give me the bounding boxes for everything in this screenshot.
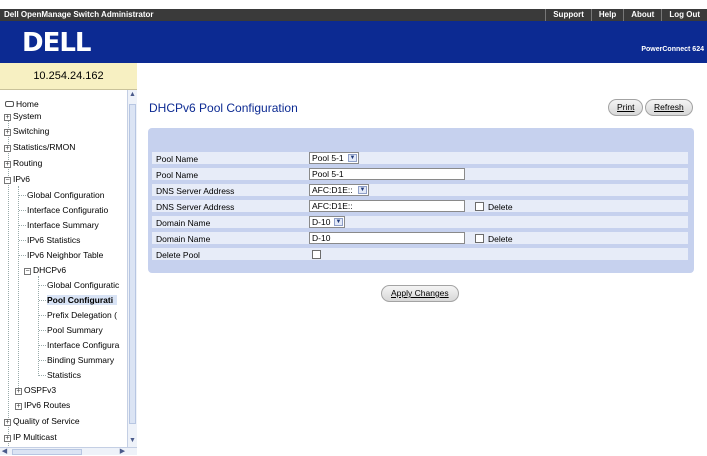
pool-name-select-label: Pool Name — [156, 154, 199, 164]
dns-server-input[interactable]: AFC:D1E:: — [309, 200, 465, 212]
expand-icon[interactable]: + — [4, 145, 11, 152]
domain-delete-checkbox[interactable] — [475, 234, 484, 243]
pool-name-input[interactable]: Pool 5-1 — [309, 168, 465, 180]
nav-system[interactable]: + System — [4, 111, 41, 121]
delete-pool-row: Delete Pool — [152, 248, 688, 261]
domain-name-input[interactable]: D-10 — [309, 232, 465, 244]
nav-ipv6-neighbor-table[interactable]: IPv6 Neighbor Table — [27, 250, 103, 260]
domain-delete-label: Delete — [488, 234, 513, 244]
dns-server-select-row: DNS Server Address AFC:D1E:: ▼ — [152, 184, 688, 197]
apply-changes-button[interactable]: Apply Changes — [381, 285, 459, 302]
domain-name-text-label: Domain Name — [156, 234, 211, 244]
switch-ip-address: 10.254.24.162 — [0, 63, 137, 90]
expand-icon[interactable]: + — [15, 403, 22, 410]
pool-name-select-row: Pool Name Pool 5-1 ▼ — [152, 152, 688, 165]
dns-server-select-label: DNS Server Address — [156, 186, 235, 196]
expand-icon[interactable]: + — [4, 129, 11, 136]
chevron-down-icon[interactable]: ▼ — [334, 218, 343, 226]
scroll-down-arrow-icon[interactable]: ▼ — [128, 436, 137, 446]
dns-delete-label: Delete — [488, 202, 513, 212]
nav-ipv6-interface-summary[interactable]: Interface Summary — [27, 220, 99, 230]
home-icon — [5, 101, 14, 107]
chevron-down-icon[interactable]: ▼ — [348, 154, 357, 162]
dns-server-text-row: DNS Server Address AFC:D1E:: Delete — [152, 200, 688, 213]
top-links: Support Help About Log Out — [545, 9, 707, 21]
nav-routing[interactable]: + Routing — [4, 158, 42, 168]
nav-dhcpv6-prefix-delegation[interactable]: Prefix Delegation ( — [47, 310, 117, 320]
product-name: PowerConnect 624 — [641, 46, 704, 53]
about-link[interactable]: About — [623, 9, 661, 21]
dns-server-text-label: DNS Server Address — [156, 202, 235, 212]
expand-icon[interactable]: + — [4, 419, 11, 426]
nav-dhcpv6-pool-summary[interactable]: Pool Summary — [47, 325, 103, 335]
nav-dhcpv6-binding-summary[interactable]: Binding Summary — [47, 355, 114, 365]
nav-ip-multicast[interactable]: + IP Multicast — [4, 432, 57, 442]
support-link[interactable]: Support — [545, 9, 591, 21]
nav-dhcpv6-interface-configuration[interactable]: Interface Configura — [47, 340, 119, 350]
domain-name-text-row: Domain Name D-10 Delete — [152, 232, 688, 245]
refresh-button[interactable]: Refresh — [645, 99, 693, 116]
expand-icon[interactable]: + — [4, 114, 11, 121]
scroll-thumb[interactable] — [129, 104, 136, 424]
help-link[interactable]: Help — [590, 9, 623, 21]
nav-dhcpv6-pool-configuration[interactable]: Pool Configurati — [47, 295, 118, 305]
pool-name-text-label: Pool Name — [156, 170, 199, 180]
nav-home[interactable]: Home — [5, 99, 39, 109]
nav-vertical-scrollbar[interactable]: ▲ ▼ — [127, 90, 137, 447]
hscroll-thumb[interactable] — [12, 449, 82, 455]
domain-name-select[interactable]: D-10 ▼ — [309, 216, 345, 228]
collapse-icon[interactable]: − — [24, 268, 31, 275]
nav-dhcpv6-global-configuration[interactable]: Global Configuratic — [47, 280, 119, 290]
pool-name-text-row: Pool Name Pool 5-1 — [152, 168, 688, 181]
scroll-up-arrow-icon[interactable]: ▲ — [128, 90, 137, 100]
collapse-icon[interactable]: − — [4, 177, 11, 184]
dell-logo: DELL — [22, 28, 91, 58]
nav-ipv6-routes[interactable]: + IPv6 Routes — [15, 400, 70, 410]
header-banner: DELL PowerConnect 624 — [0, 21, 707, 63]
app-title: Dell OpenManage Switch Administrator — [4, 10, 154, 19]
dns-server-select[interactable]: AFC:D1E:: ▼ — [309, 184, 369, 196]
delete-pool-label: Delete Pool — [156, 250, 200, 260]
nav-ipv6-global-configuration[interactable]: Global Configuration — [27, 190, 105, 200]
top-menu-bar: Dell OpenManage Switch Administrator Sup… — [0, 9, 707, 21]
nav-quality-of-service[interactable]: + Quality of Service — [4, 416, 80, 426]
delete-pool-checkbox[interactable] — [312, 250, 321, 259]
pool-name-select[interactable]: Pool 5-1 ▼ — [309, 152, 359, 164]
nav-ipv6[interactable]: − IPv6 — [4, 174, 30, 184]
expand-icon[interactable]: + — [15, 388, 22, 395]
nav-statistics-rmon[interactable]: + Statistics/RMON — [4, 142, 75, 152]
nav-switching[interactable]: + Switching — [4, 126, 49, 136]
logout-link[interactable]: Log Out — [661, 9, 707, 21]
expand-icon[interactable]: + — [4, 435, 11, 442]
print-button[interactable]: Print — [608, 99, 644, 116]
nav-ospfv3[interactable]: + OSPFv3 — [15, 385, 56, 395]
nav-dhcpv6-statistics[interactable]: Statistics — [47, 370, 81, 380]
expand-icon[interactable]: + — [4, 161, 11, 168]
nav-ipv6-interface-configuration[interactable]: Interface Configuratio — [27, 205, 108, 215]
dns-delete-checkbox[interactable] — [475, 202, 484, 211]
navigation-tree: Home + System + Switching + Statistics/RMON… — [0, 90, 137, 455]
domain-name-select-row: Domain Name D-10 ▼ — [152, 216, 688, 229]
nav-ipv6-statistics[interactable]: IPv6 Statistics — [27, 235, 80, 245]
domain-name-select-label: Domain Name — [156, 218, 211, 228]
nav-horizontal-scrollbar[interactable]: ◀ ▶ — [0, 447, 137, 455]
page-title: DHCPv6 Pool Configuration — [149, 101, 298, 115]
chevron-down-icon[interactable]: ▼ — [358, 186, 367, 194]
nav-dhcpv6[interactable]: − DHCPv6 — [24, 265, 66, 275]
